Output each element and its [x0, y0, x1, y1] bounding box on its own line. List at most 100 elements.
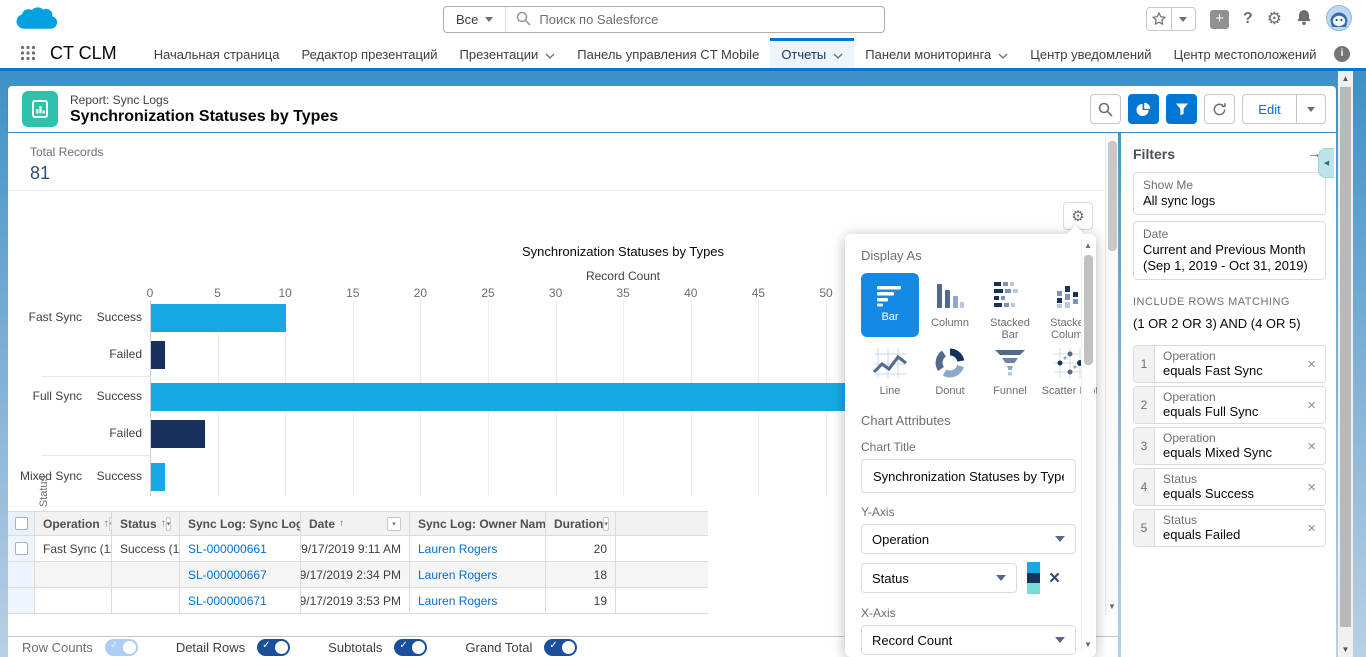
toggle-grand-total[interactable]: ✓ — [544, 639, 577, 656]
date-filter-card[interactable]: Date Current and Previous Month (Sep 1, … — [1133, 221, 1326, 280]
sync_log-link[interactable]: SL-000000661 — [188, 542, 267, 556]
panel-collapse-tab[interactable]: ◀ — [1318, 148, 1334, 178]
search-input[interactable] — [539, 12, 874, 27]
window-scrollbar[interactable]: ▲ ▼ — [1338, 71, 1353, 657]
filter-1-operation[interactable]: 1Operationequals Fast Sync× — [1133, 345, 1326, 383]
content-scrollbar[interactable]: ▼ — [1105, 133, 1118, 615]
sort-asc-icon: ↑ — [104, 518, 109, 529]
setup-gear-icon[interactable]: ⚙ — [1267, 9, 1282, 29]
column-header-operation[interactable]: Operation↑▾ — [35, 512, 112, 535]
toggle-label-subtotals: Subtotals — [328, 640, 382, 655]
remove-filter-icon[interactable]: × — [1307, 346, 1325, 382]
notifications-bell-icon[interactable] — [1296, 9, 1312, 29]
info-icon[interactable]: i — [1334, 46, 1350, 62]
scrollbar-thumb[interactable] — [1084, 255, 1093, 365]
tab-начальная-страница[interactable]: Начальная страница — [143, 38, 291, 68]
chart-type-column[interactable]: Column — [921, 273, 979, 341]
column-header-sync-log-owner-name[interactable]: Sync Log: Owner Name▾ — [410, 512, 546, 535]
bar-fast-sync-success[interactable] — [151, 304, 286, 332]
toggle-label-row-counts: Row Counts — [22, 640, 93, 655]
filter-card-label: Date — [1143, 227, 1316, 241]
column-menu-button[interactable]: ▾ — [603, 517, 609, 531]
app-launcher-icon[interactable] — [20, 45, 36, 68]
scroll-down-icon[interactable]: ▼ — [1338, 645, 1353, 654]
tab-центр-уведомлений[interactable]: Центр уведомлений — [1019, 38, 1162, 68]
chart-type-line[interactable]: Line — [861, 341, 919, 397]
column-menu-button[interactable]: ▾ — [387, 517, 401, 531]
remove-filter-icon[interactable]: × — [1307, 387, 1325, 423]
owner-link[interactable]: Lauren Rogers — [418, 594, 497, 608]
tab-центр-местоположений[interactable]: Центр местоположений — [1163, 38, 1328, 68]
bar-group-failed[interactable] — [151, 420, 205, 448]
filter-5-status[interactable]: 5Statusequals Failed× — [1133, 509, 1326, 547]
toggle-subtotals[interactable]: ✓ — [394, 639, 427, 656]
filter-number: 5 — [1134, 510, 1155, 546]
funnel-chart-icon — [981, 341, 1039, 385]
remove-filter-icon[interactable]: × — [1307, 428, 1325, 464]
y-axis-2-select[interactable]: Status — [861, 563, 1017, 593]
filter-4-status[interactable]: 4Statusequals Success× — [1133, 468, 1326, 506]
chart-type-stacked-bar[interactable]: Stacked Bar — [981, 273, 1039, 341]
x-axis-select[interactable]: Record Count — [861, 625, 1076, 655]
tab-отчеты[interactable]: Отчеты — [770, 38, 854, 68]
bar-mixed-sync-success[interactable] — [151, 463, 165, 491]
refresh-button[interactable] — [1204, 94, 1235, 124]
sync_log-link[interactable]: SL-000000671 — [188, 594, 267, 608]
toggle-chart-button[interactable] — [1128, 94, 1159, 124]
row-checkbox[interactable] — [15, 542, 28, 555]
tab-панели-мониторинга[interactable]: Панели мониторинга — [854, 38, 1019, 68]
toggle-detail-rows[interactable]: ✓ — [257, 639, 290, 656]
tab-редактор-презентаций[interactable]: Редактор презентаций — [290, 38, 448, 68]
chart-type-funnel[interactable]: Funnel — [981, 341, 1039, 397]
remove-filter-icon[interactable]: × — [1307, 510, 1325, 546]
help-icon[interactable]: ? — [1243, 10, 1253, 28]
filter-body: Operationequals Full Sync — [1155, 387, 1307, 423]
scroll-down-icon[interactable]: ▼ — [1106, 602, 1118, 611]
user-avatar[interactable] — [1326, 5, 1352, 34]
chart-type-donut[interactable]: Donut — [921, 341, 979, 397]
owner-link[interactable]: Lauren Rogers — [418, 542, 497, 556]
tab-панель-управления-ct-mobile[interactable]: Панель управления CT Mobile — [566, 38, 770, 68]
panel-scrollbar[interactable]: ▲ ▼ — [1081, 239, 1094, 651]
owner-link[interactable]: Lauren Rogers — [418, 568, 497, 582]
filter-3-operation[interactable]: 3Operationequals Mixed Sync× — [1133, 427, 1326, 465]
filter-2-operation[interactable]: 2Operationequals Full Sync× — [1133, 386, 1326, 424]
remove-grouping-icon[interactable]: × — [1049, 569, 1060, 588]
bar-group-failed[interactable] — [151, 341, 165, 369]
select-all-checkbox[interactable] — [15, 517, 28, 530]
column-header-date[interactable]: Date↑▾ — [301, 512, 410, 535]
scrollbar-thumb[interactable] — [1340, 87, 1351, 627]
toggle-row-counts[interactable]: ✓ — [105, 639, 138, 656]
tab-презентации[interactable]: Презентации — [449, 38, 567, 68]
favorites-control — [1146, 7, 1196, 31]
chart-type-bar[interactable]: Bar — [861, 273, 919, 337]
app-name: CT CLM — [50, 43, 117, 68]
edit-more-button[interactable] — [1296, 94, 1326, 124]
column-header-duration[interactable]: Duration▾ — [546, 512, 616, 535]
chart-title-input[interactable] — [861, 459, 1076, 493]
scroll-up-icon[interactable]: ▲ — [1082, 241, 1094, 250]
search-scope-select[interactable]: Все — [444, 7, 506, 32]
toggle-filters-button[interactable] — [1166, 94, 1197, 124]
cell-operation — [35, 588, 112, 613]
y-axis-select[interactable]: Operation — [861, 524, 1076, 554]
scroll-down-icon[interactable]: ▼ — [1082, 640, 1094, 649]
column-menu-button[interactable]: ▾ — [166, 517, 172, 531]
show-me-filter-card[interactable]: Show Me All sync logs — [1133, 172, 1326, 215]
column-header-status[interactable]: Status↑▾ — [112, 512, 180, 535]
scrollbar-thumb[interactable] — [1108, 141, 1117, 251]
filters-panel: Filters → Show Me All sync logs Date Cur… — [1121, 133, 1336, 657]
stacked-bar-chart-icon — [981, 273, 1039, 317]
chart-settings-gear-button[interactable]: ⚙ — [1063, 202, 1093, 230]
remove-filter-icon[interactable]: × — [1307, 469, 1325, 505]
favorites-list-button[interactable] — [1171, 8, 1195, 30]
scroll-up-icon[interactable]: ▲ — [1338, 74, 1353, 83]
filter-number: 4 — [1134, 469, 1155, 505]
column-header-sync-log-sync-log[interactable]: Sync Log: Sync Log▾ — [180, 512, 301, 535]
cell-duration: 20 — [546, 536, 616, 561]
sync_log-link[interactable]: SL-000000667 — [188, 568, 267, 582]
favorites-star-button[interactable] — [1147, 8, 1171, 30]
report-search-button[interactable] — [1090, 94, 1121, 124]
edit-button[interactable]: Edit — [1242, 94, 1297, 124]
global-add-button[interactable]: + — [1210, 10, 1229, 29]
